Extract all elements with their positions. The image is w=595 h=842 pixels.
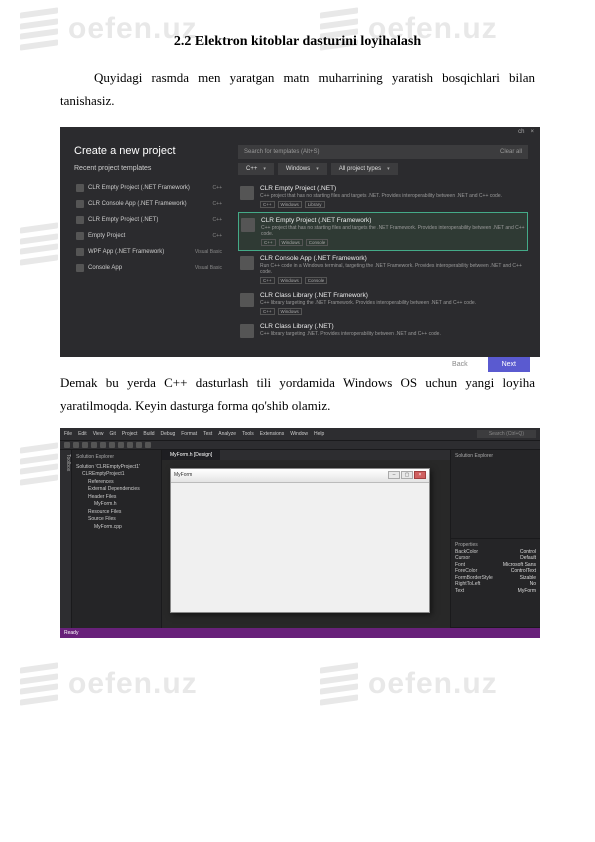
recent-template-item[interactable]: Empty ProjectC++ (74, 228, 224, 244)
window-close-icon[interactable]: × (530, 129, 534, 135)
template-icon (76, 200, 84, 208)
form-minimize-icon[interactable]: – (388, 471, 400, 479)
clear-all-link[interactable]: Clear all (500, 149, 522, 155)
dialog-heading: Create a new project (74, 145, 224, 157)
template-search-input[interactable]: Search for templates (Alt+S) Clear all (238, 145, 528, 159)
editor-tabs: MyForm.h [Design] (162, 450, 450, 460)
tree-node[interactable]: Source Files (76, 516, 159, 524)
tree-node[interactable]: CLREmptyProject1 (76, 471, 159, 479)
template-icon (241, 218, 255, 232)
template-icon (76, 264, 84, 272)
recent-template-item[interactable]: WPF App (.NET Framework)Visual Basic (74, 244, 224, 260)
solution-explorer-header: Solution Explorer (74, 452, 159, 462)
template-icon (240, 293, 254, 307)
menu-item[interactable]: View (93, 431, 104, 437)
next-button[interactable]: Next (488, 357, 530, 372)
form-close-icon[interactable]: × (414, 471, 426, 479)
menu-item[interactable]: Analyze (218, 431, 236, 437)
menu-item[interactable]: Help (314, 431, 324, 437)
tree-node[interactable]: Solution 'CLREmptyProject1' (76, 464, 159, 472)
menu-item[interactable]: Extensions (260, 431, 284, 437)
filter-platform[interactable]: Windows (278, 163, 327, 175)
template-icon (240, 256, 254, 270)
template-icon (240, 186, 254, 200)
menu-item[interactable]: Format (181, 431, 197, 437)
tree-node[interactable]: References (76, 479, 159, 487)
back-button[interactable]: Back (438, 357, 482, 372)
recent-template-item[interactable]: Console AppVisual Basic (74, 260, 224, 276)
template-icon (76, 216, 84, 224)
project-template-item[interactable]: CLR Class Library (.NET)C++ library targ… (238, 319, 528, 343)
form-maximize-icon[interactable]: ▢ (401, 471, 413, 479)
toolbox-tab[interactable]: Toolbox (60, 450, 72, 628)
menu-item[interactable]: Git (109, 431, 115, 437)
template-icon (76, 232, 84, 240)
paragraph-after: Demak bu yerda C++ dasturlash tili yorda… (60, 371, 535, 418)
template-icon (240, 324, 254, 338)
template-icon (76, 184, 84, 192)
screenshot-create-project: ch × Create a new project Recent project… (60, 127, 540, 357)
recent-template-item[interactable]: CLR Empty Project (.NET Framework)C++ (74, 180, 224, 196)
recent-templates-label: Recent project templates (74, 165, 224, 172)
project-template-item[interactable]: CLR Console App (.NET Framework)Run C++ … (238, 251, 528, 288)
screenshot-ide-designer: File Edit View Git Project Build Debug F… (60, 428, 540, 638)
window-titlebar: ch × (60, 127, 540, 137)
tree-node[interactable]: External Dependencies (76, 486, 159, 494)
project-template-item[interactable]: CLR Empty Project (.NET)C++ project that… (238, 181, 528, 212)
ide-search-input[interactable]: Search (Ctrl+Q) (477, 430, 536, 438)
menu-item[interactable]: Test (203, 431, 212, 437)
ide-status-bar: Ready (60, 628, 540, 638)
recent-template-item[interactable]: CLR Empty Project (.NET)C++ (74, 212, 224, 228)
menu-item[interactable]: File (64, 431, 72, 437)
ide-toolbar (60, 440, 540, 450)
tree-node[interactable]: MyForm.h (76, 501, 159, 509)
tab-design[interactable]: MyForm.h [Design] (162, 450, 220, 460)
section-title: 2.2 Elektron kitoblar dasturini loyihala… (60, 34, 535, 50)
project-template-item[interactable]: CLR Class Library (.NET Framework)C++ li… (238, 288, 528, 319)
paragraph-intro: Quyidagi rasmda men yaratgan matn muharr… (60, 66, 535, 113)
menu-item[interactable]: Build (143, 431, 154, 437)
filter-project-type[interactable]: All project types (331, 163, 398, 175)
property-row[interactable]: TextMyForm (453, 588, 538, 595)
properties-panel: Properties BackColorControlCursorDefault… (451, 539, 540, 628)
right-panel-top: Solution Explorer (451, 450, 540, 539)
menu-item[interactable]: Debug (161, 431, 176, 437)
filter-language[interactable]: C++ (238, 163, 274, 175)
form-designer-canvas[interactable]: MyForm – ▢ × (162, 460, 450, 628)
design-form[interactable]: MyForm – ▢ × (170, 468, 430, 613)
solution-explorer-panel: Solution Explorer Solution 'CLREmptyProj… (72, 450, 162, 628)
ide-menubar: File Edit View Git Project Build Debug F… (60, 428, 540, 440)
tree-node[interactable]: MyForm.cpp (76, 524, 159, 532)
project-template-item[interactable]: CLR Empty Project (.NET Framework)C++ pr… (238, 212, 528, 251)
menu-item[interactable]: Tools (242, 431, 254, 437)
menu-item[interactable]: Edit (78, 431, 87, 437)
recent-template-item[interactable]: CLR Console App (.NET Framework)C++ (74, 196, 224, 212)
tree-node[interactable]: Header Files (76, 494, 159, 502)
tree-node[interactable]: Resource Files (76, 509, 159, 517)
menu-item[interactable]: Window (290, 431, 308, 437)
menu-item[interactable]: Project (122, 431, 138, 437)
form-title-text: MyForm (174, 472, 192, 478)
template-icon (76, 248, 84, 256)
